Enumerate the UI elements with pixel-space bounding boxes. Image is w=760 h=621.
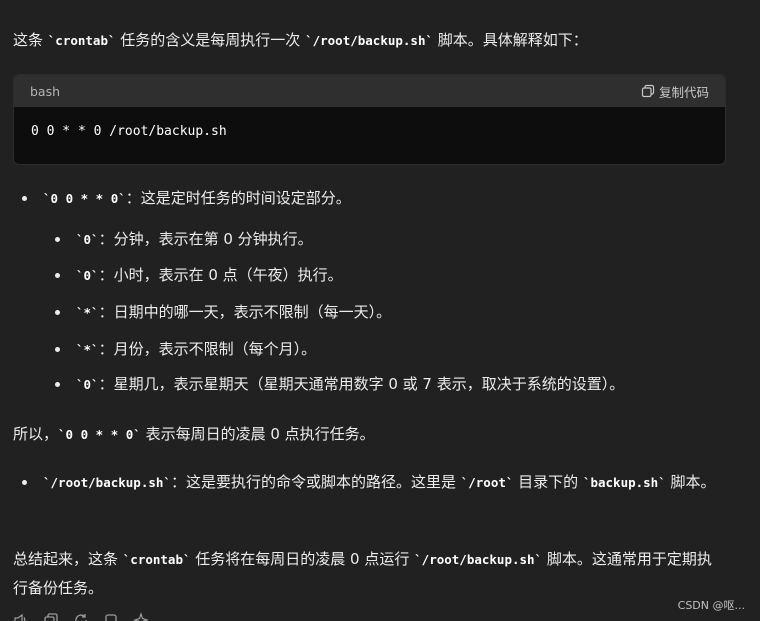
intro-text-1: 这条 xyxy=(13,31,48,49)
list-item-text: ：日期中的哪一天，表示不限制（每一天）。 xyxy=(98,303,392,321)
code-language-label: bash xyxy=(30,83,61,99)
inline-code: `backup.sh` xyxy=(582,475,666,490)
copy-code-label: 复制代码 xyxy=(658,84,709,100)
conclusion-text-1: 总结起来，这条 xyxy=(13,550,123,568)
sub-list-item: `0`：分钟，表示在第 0 分钟执行。 xyxy=(55,225,313,254)
code-content: 0 0 * * 0 /root/backup.sh xyxy=(31,124,227,139)
inline-code: `0 0 * * 0` xyxy=(58,427,141,442)
message-actions xyxy=(13,612,149,621)
conclusion-paragraph: 总结起来，这条 `crontab` 任务将在每周日的凌晨 0 点运行 `/roo… xyxy=(13,545,725,602)
list-item-text: ：这是要执行的命令或脚本的路径。这里是 xyxy=(170,473,461,491)
list-item-text: 脚本。 xyxy=(665,473,716,491)
sub-list-item: `*`：月份，表示不限制（每个月）。 xyxy=(55,335,317,364)
bullet xyxy=(55,310,60,315)
copy-message-icon[interactable] xyxy=(43,612,59,621)
copy-code-button[interactable]: 复制代码 xyxy=(641,82,709,101)
copy-icon xyxy=(641,84,655,98)
list-item: `0 0 * * 0`：这是定时任务的时间设定部分。 xyxy=(22,184,351,213)
intro-paragraph: 这条 `crontab` 任务的含义是每周执行一次 `/root/backup.… xyxy=(13,26,588,55)
inline-code: `/root/backup.sh` xyxy=(414,552,543,567)
sub-list-item: `*`：日期中的哪一天，表示不限制（每一天）。 xyxy=(55,298,392,327)
code-block-header: bash 复制代码 xyxy=(14,75,725,107)
edit-icon[interactable] xyxy=(103,612,119,621)
inline-code: `/root/backup.sh` xyxy=(43,475,171,490)
inline-code: `crontab` xyxy=(122,552,191,567)
conclusion-text-2: 任务将在每周日的凌晨 0 点运行 xyxy=(190,550,415,568)
bullet xyxy=(22,196,27,201)
inline-code: `0` xyxy=(76,268,99,283)
inline-code: `0 0 * * 0` xyxy=(43,191,126,206)
bullet xyxy=(55,347,60,352)
bullet xyxy=(55,237,60,242)
summary-text-2: 表示每周日的凌晨 0 点执行任务。 xyxy=(140,425,375,443)
list-item-text: ：分钟，表示在第 0 分钟执行。 xyxy=(98,230,313,248)
summary-paragraph: 所以，`0 0 * * 0` 表示每周日的凌晨 0 点执行任务。 xyxy=(13,420,375,449)
summary-text-1: 所以， xyxy=(13,425,59,443)
sub-list-item: `0`：星期几，表示星期天（星期天通常用数字 0 或 7 表示，取决于系统的设置… xyxy=(55,370,625,399)
list-item-text: 目录下的 xyxy=(513,473,583,491)
speaker-icon[interactable] xyxy=(13,612,29,621)
code-block: bash 复制代码 0 0 * * 0 /root/backup.sh xyxy=(13,74,726,165)
inline-code: `*` xyxy=(76,342,99,357)
bullet xyxy=(55,382,60,387)
list-item-text: ：小时，表示在 0 点（午夜）执行。 xyxy=(98,266,343,284)
regenerate-icon[interactable] xyxy=(73,612,89,621)
inline-code: `crontab` xyxy=(47,33,116,48)
list-item-text: ：这是定时任务的时间设定部分。 xyxy=(125,189,351,207)
bullet xyxy=(22,480,27,485)
watermark: CSDN @呕... xyxy=(677,599,745,612)
intro-text-2: 任务的含义是每周执行一次 xyxy=(115,31,306,49)
list-item-text: ：月份，表示不限制（每个月）。 xyxy=(98,340,317,358)
list-item: `/root/backup.sh`：这是要执行的命令或脚本的路径。这里是 `/r… xyxy=(22,468,723,497)
sparkle-icon[interactable] xyxy=(133,612,149,621)
sub-list-item: `0`：小时，表示在 0 点（午夜）执行。 xyxy=(55,261,343,290)
list-item-text: ：星期几，表示星期天（星期天通常用数字 0 或 7 表示，取决于系统的设置）。 xyxy=(98,375,625,393)
inline-code: `*` xyxy=(76,305,99,320)
inline-code: `/root` xyxy=(460,475,514,490)
bullet xyxy=(55,273,60,278)
inline-code: `0` xyxy=(76,377,99,392)
inline-code: `0` xyxy=(76,232,99,247)
inline-code: `/root/backup.sh` xyxy=(305,33,433,48)
intro-text-3: 脚本。具体解释如下： xyxy=(433,31,588,49)
